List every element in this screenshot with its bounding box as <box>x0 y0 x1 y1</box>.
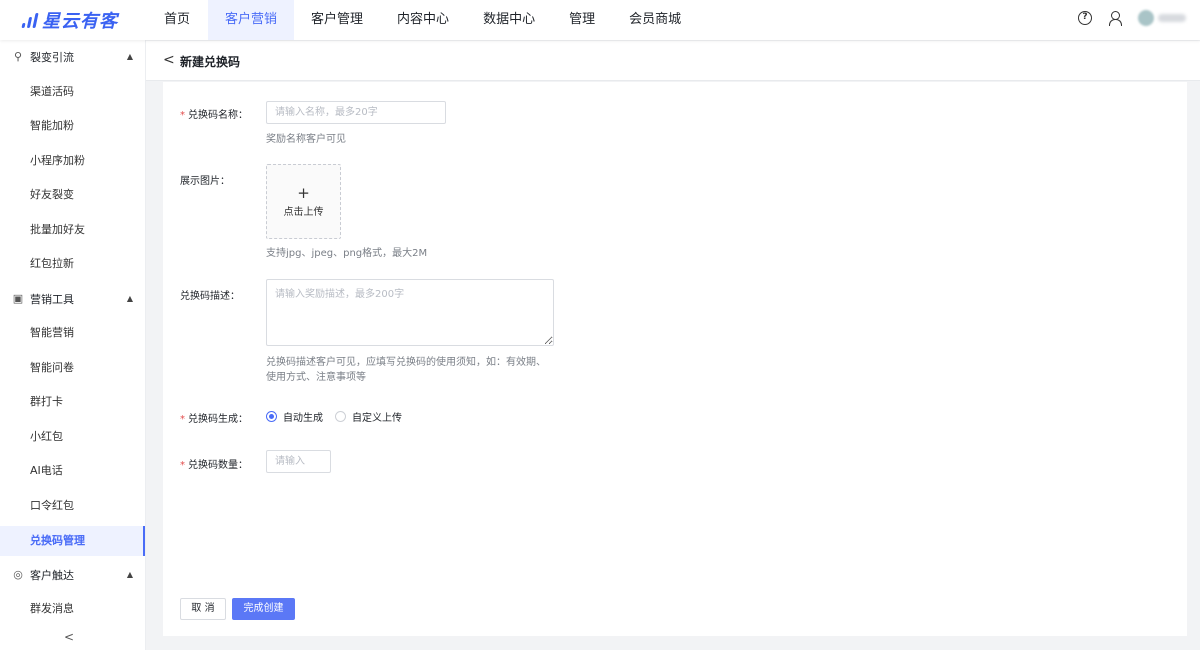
back-arrow-icon[interactable]: < <box>163 52 175 68</box>
radio-label: 自定义上传 <box>352 413 402 424</box>
sidebar-item-friend-fission[interactable]: 好友裂变 <box>0 180 145 210</box>
sidebar-group-label: 营销工具 <box>30 293 74 306</box>
sidebar-group-fission[interactable]: ⚲ 裂变引流 ▲ <box>0 40 145 74</box>
nav-item-member-mall[interactable]: 会员商城 <box>612 0 698 40</box>
name-input[interactable] <box>266 101 446 124</box>
sidebar-item-red-packet-new[interactable]: 红包拉新 <box>0 249 145 279</box>
plus-icon: + <box>297 184 310 202</box>
collapse-sidebar-icon[interactable]: < <box>64 630 74 644</box>
description-hint-line2: 使用方式、注意事项等 <box>266 372 366 383</box>
image-field-label: 展示图片： <box>180 176 230 187</box>
sidebar-item-group-message[interactable]: 群发消息 <box>0 594 145 624</box>
cancel-button[interactable]: 取 消 <box>180 598 226 620</box>
sidebar: ⚲ 裂变引流 ▲ 渠道活码 智能加粉 小程序加粉 好友裂变 批量加好友 红包拉新… <box>0 40 146 650</box>
nav-item-content-center[interactable]: 内容中心 <box>380 0 466 40</box>
sidebar-item-group-checkin[interactable]: 群打卡 <box>0 387 145 417</box>
quantity-field-label: * 兑换码数量： <box>180 460 248 471</box>
generation-field-label: * 兑换码生成： <box>180 414 248 425</box>
radio-auto-generate[interactable]: 自动生成 <box>266 409 323 424</box>
chevron-up-icon: ▲ <box>126 52 133 61</box>
logo-icon <box>20 10 40 30</box>
username-blurred[interactable] <box>1158 14 1186 22</box>
fission-icon: ⚲ <box>13 50 23 63</box>
sidebar-item-password-red-packet[interactable]: 口令红包 <box>0 491 145 521</box>
nav-item-manage[interactable]: 管理 <box>552 0 612 40</box>
app-logo[interactable]: 星云有客 <box>20 8 118 32</box>
sidebar-group-customer-reach[interactable]: ◎ 客户触达 ▲ <box>0 558 145 592</box>
sidebar-item-miniprogram-add-fans[interactable]: 小程序加粉 <box>0 146 145 176</box>
avatar[interactable] <box>1138 10 1154 26</box>
sidebar-group-label: 裂变引流 <box>30 51 74 64</box>
image-upload-box[interactable]: + 点击上传 <box>266 164 341 239</box>
help-icon[interactable]: ? <box>1078 11 1092 25</box>
form-panel: *兑换码名称： 奖励名称客户可见 展示图片： + 点击上传 支持jpg、jpeg… <box>163 82 1187 636</box>
sidebar-item-channel-code[interactable]: 渠道活码 <box>0 77 145 107</box>
submit-button[interactable]: 完成创建 <box>232 598 295 620</box>
sidebar-item-batch-add-friends[interactable]: 批量加好友 <box>0 215 145 245</box>
radio-dot <box>335 411 346 422</box>
nav-item-home[interactable]: 首页 <box>146 0 208 40</box>
nav-item-customer-marketing[interactable]: 客户营销 <box>208 0 295 40</box>
logo-text: 星云有客 <box>42 11 118 32</box>
radio-custom-upload[interactable]: 自定义上传 <box>335 409 402 424</box>
description-hint-line1: 兑换码描述客户可见，应填写兑换码的使用须知，如：有效期、 <box>266 357 546 368</box>
nav-item-customer-management[interactable]: 客户管理 <box>294 0 380 40</box>
radio-label: 自动生成 <box>283 413 323 424</box>
description-field-label: 兑换码描述： <box>180 291 240 302</box>
name-field-label: * 兑换码名称： <box>180 110 248 121</box>
sidebar-item-smart-add-fans[interactable]: 智能加粉 <box>0 111 145 141</box>
page-header: < 新建兑换码 <box>146 41 1200 81</box>
target-icon: ◎ <box>13 568 23 581</box>
chevron-up-icon: ▲ <box>126 294 133 303</box>
contacts-icon[interactable] <box>1108 11 1122 26</box>
gift-icon: ▣ <box>12 292 24 305</box>
required-mark: * <box>180 414 185 425</box>
sidebar-group-marketing-tools[interactable]: ▣ 营销工具 ▲ <box>0 282 145 316</box>
name-hint: 奖励名称客户可见 <box>266 134 346 145</box>
required-mark: * <box>180 460 185 471</box>
sidebar-item-small-red-packet[interactable]: 小红包 <box>0 422 145 452</box>
chevron-up-icon: ▲ <box>126 570 133 579</box>
nav-item-data-center[interactable]: 数据中心 <box>466 0 552 40</box>
required-mark: * <box>180 110 185 121</box>
sidebar-item-redeem-code-management[interactable]: 兑换码管理 <box>0 526 145 556</box>
quantity-input[interactable] <box>266 450 331 473</box>
page-title: 新建兑换码 <box>180 55 241 69</box>
upload-label: 点击上传 <box>283 207 324 218</box>
sidebar-item-smart-survey[interactable]: 智能问卷 <box>0 353 145 383</box>
image-hint: 支持jpg、jpeg、png格式，最大2M <box>266 248 428 259</box>
sidebar-item-ai-call[interactable]: AI电话 <box>0 456 145 486</box>
top-bar: 星云有客 首页 客户营销 客户管理 内容中心 数据中心 管理 会员商城 ? <box>0 0 1200 40</box>
radio-dot <box>266 411 277 422</box>
sidebar-item-smart-marketing[interactable]: 智能营销 <box>0 318 145 348</box>
sidebar-group-label: 客户触达 <box>30 569 74 582</box>
header-actions: ? <box>1078 10 1186 26</box>
description-textarea[interactable] <box>266 279 554 346</box>
main-nav: 首页 客户营销 客户管理 内容中心 数据中心 管理 会员商城 <box>146 0 698 40</box>
